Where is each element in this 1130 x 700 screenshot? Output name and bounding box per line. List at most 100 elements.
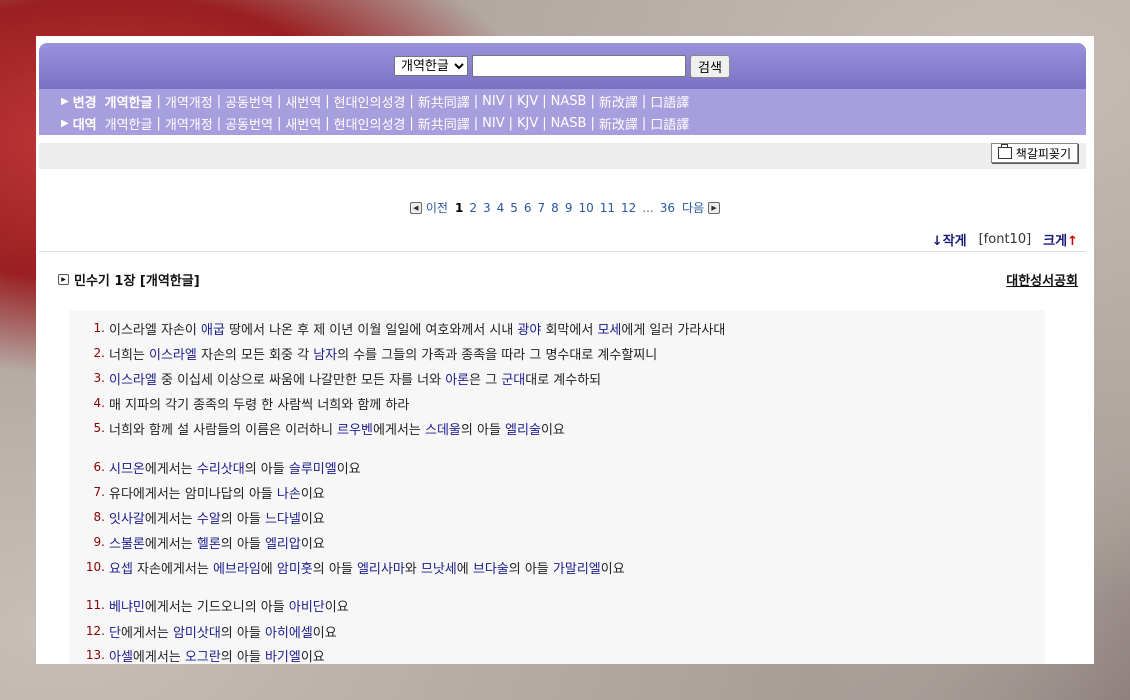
page-link[interactable]: 8	[551, 201, 559, 215]
name-link[interactable]: 광야	[517, 319, 541, 338]
name-link[interactable]: 군대	[501, 369, 525, 388]
name-link[interactable]: 스데울	[425, 419, 461, 438]
name-link[interactable]: 에브라임	[213, 558, 261, 577]
separator: |	[473, 115, 479, 131]
separator: |	[325, 93, 330, 109]
page-link[interactable]: 3	[483, 201, 491, 215]
name-link[interactable]: 스불론	[109, 533, 145, 552]
page-link-last[interactable]: 36	[660, 201, 675, 215]
name-link[interactable]: 나손	[277, 483, 301, 502]
separator: |	[641, 115, 647, 131]
verse-text: 이요	[300, 536, 325, 552]
page-link[interactable]: 12	[621, 201, 636, 215]
change-version-link[interactable]: 새번역	[285, 92, 321, 111]
parallel-version-link[interactable]: 공동번역	[225, 114, 273, 133]
change-version-link[interactable]: 新改譯	[599, 92, 638, 111]
name-link[interactable]: 오그란	[185, 646, 221, 665]
name-link[interactable]: 요셉	[109, 558, 133, 577]
change-version-link[interactable]: KJV	[517, 94, 538, 109]
name-link[interactable]: 이스라엘	[149, 344, 197, 363]
name-link[interactable]: 이스라엘	[109, 369, 157, 388]
name-link[interactable]: 엘리술	[505, 419, 541, 438]
chapter-title: 민수기 1장 [개역한글]	[74, 274, 200, 289]
verse-text: 에게서는	[144, 461, 197, 477]
publisher-link[interactable]: 대한성서공회	[1006, 270, 1078, 289]
name-link[interactable]: 암미훗	[277, 558, 313, 577]
name-link[interactable]: 암미삿대	[173, 622, 221, 641]
page-link[interactable]: 10	[578, 201, 593, 215]
page-link[interactable]: 4	[497, 201, 505, 215]
page-link[interactable]: 11	[600, 201, 615, 215]
name-link[interactable]: 엘리사마	[357, 558, 405, 577]
name-link[interactable]: 수알	[197, 508, 221, 527]
verse: 1. 이스라엘 자손이 애굽 땅에서 나온 후 제 이년 이월 일일에 여호와께서…	[69, 318, 726, 338]
name-link[interactable]: 므낫세	[421, 558, 457, 577]
name-link[interactable]: 브다술	[473, 558, 509, 577]
prev-link[interactable]: 이전	[426, 199, 448, 216]
name-link[interactable]: 잇사갈	[109, 508, 145, 527]
name-link[interactable]: 베냐민	[109, 596, 145, 615]
parallel-version-link[interactable]: KJV	[517, 116, 538, 131]
name-link[interactable]: 가말리엘	[553, 558, 601, 577]
search-input[interactable]	[472, 55, 686, 77]
page-link[interactable]: 5	[510, 201, 518, 215]
name-link[interactable]: 단	[109, 622, 121, 641]
prev-arrow-icon[interactable]: ◀	[409, 201, 422, 214]
verse: 13. 아셀 에게서는 오그란 의 아들 바기엘 이요	[69, 645, 325, 664]
page-link[interactable]: 6	[524, 201, 532, 215]
name-link[interactable]: 남자	[313, 344, 337, 363]
name-link[interactable]: 아히에셀	[265, 622, 313, 641]
change-version-link[interactable]: 개역한글	[105, 92, 153, 111]
page-link[interactable]: 9	[565, 201, 573, 215]
name-link[interactable]: 시므온	[109, 458, 145, 477]
name-link[interactable]: 슬루미엘	[289, 458, 337, 477]
font-smaller-label: 작게	[942, 234, 967, 249]
verse-text: 에게 일러 가라사대	[621, 322, 726, 338]
parallel-version-link[interactable]: 새번역	[285, 114, 321, 133]
parallel-version-link[interactable]: NASB	[551, 116, 587, 131]
name-link[interactable]: 엘리압	[265, 533, 301, 552]
name-link[interactable]: 느다넬	[265, 508, 301, 527]
change-version-link[interactable]: 개역개정	[165, 92, 213, 111]
verse-text: 의 아들	[508, 561, 553, 577]
parallel-version-link[interactable]: 口語譯	[650, 114, 689, 133]
separator: |	[276, 115, 282, 131]
parallel-version-link[interactable]: 新改譯	[599, 114, 638, 133]
parallel-version-link[interactable]: NIV	[482, 116, 504, 131]
search-button[interactable]: 검색	[690, 54, 730, 78]
verse-text: 너희와 함께 설 사람들의 이름은 이러하니	[109, 422, 338, 438]
verse-text: 회막에서	[541, 322, 598, 338]
separator: |	[641, 93, 647, 109]
parallel-version-link[interactable]: 개역개정	[165, 114, 213, 133]
name-link[interactable]: 아셀	[109, 646, 133, 665]
name-link[interactable]: 르우벤	[337, 419, 373, 438]
change-version-link[interactable]: 新共同譯	[418, 92, 470, 111]
font-bigger-link[interactable]: 크게↑	[1043, 230, 1078, 249]
change-version-link[interactable]: NIV	[482, 94, 504, 109]
name-link[interactable]: 바기엘	[265, 646, 301, 665]
change-version-link[interactable]: 공동번역	[225, 92, 273, 111]
page-link[interactable]: 2	[469, 201, 477, 215]
change-version-link[interactable]: 현대인의성경	[334, 92, 406, 111]
verse-panel: 1. 이스라엘 자손이 애굽 땅에서 나온 후 제 이년 이월 일일에 여호와께서…	[69, 310, 1045, 664]
page-link[interactable]: 1	[455, 201, 463, 215]
bookmark-button[interactable]: 책갈피꽂기	[990, 143, 1078, 163]
next-link[interactable]: 다음	[682, 199, 704, 216]
page-link[interactable]: 7	[538, 201, 546, 215]
name-link[interactable]: 모세	[597, 319, 621, 338]
name-link[interactable]: 애굽	[201, 319, 225, 338]
font-smaller-link[interactable]: ↓작게	[932, 230, 967, 249]
parallel-version-link[interactable]: 新共同譯	[418, 114, 470, 133]
name-link[interactable]: 수리삿대	[197, 458, 245, 477]
name-link[interactable]: 아론	[445, 369, 469, 388]
name-link[interactable]: 아비단	[289, 596, 325, 615]
change-version-link[interactable]: 口語譯	[650, 92, 689, 111]
next-arrow-icon[interactable]: ▶	[708, 201, 721, 214]
change-version-link[interactable]: NASB	[551, 94, 587, 109]
version-select[interactable]: 개역한글	[394, 56, 468, 76]
verse-text: 에게서는	[144, 536, 197, 552]
verse-number: 5.	[93, 421, 105, 435]
parallel-version-link[interactable]: 현대인의성경	[334, 114, 406, 133]
parallel-version-link[interactable]: 개역한글	[105, 114, 153, 133]
name-link[interactable]: 헬론	[197, 533, 221, 552]
